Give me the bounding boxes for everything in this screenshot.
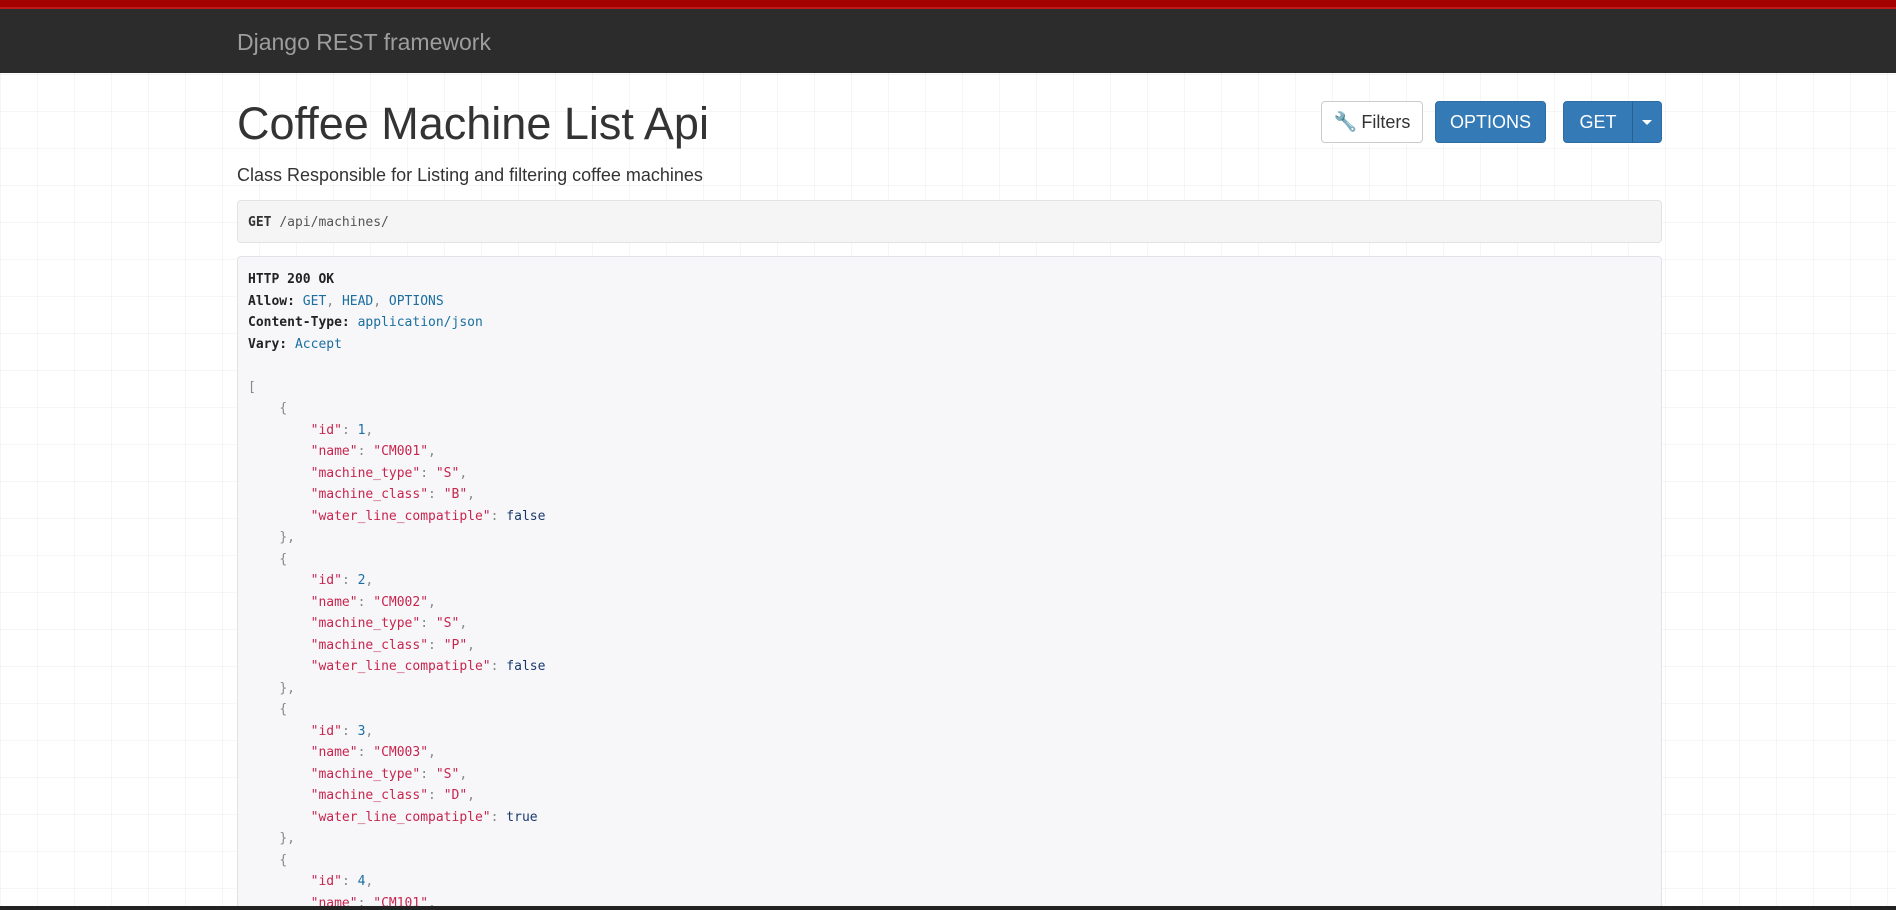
- json-value: "S": [435, 616, 460, 631]
- json-field-row: "name": "CM001",: [310, 444, 436, 459]
- json-key: "id": [310, 874, 342, 889]
- request-path: /api/machines/: [279, 215, 389, 230]
- json-value: "CM003": [373, 745, 429, 760]
- response-body: HTTP 200 OK Allow: GET, HEAD, OPTIONS Co…: [237, 256, 1662, 910]
- header-vary-value: Accept: [294, 336, 342, 352]
- json-value: "CM001": [373, 444, 429, 459]
- request-info: GET /api/machines/: [237, 200, 1662, 243]
- json-field-row: "machine_type": "S",: [310, 766, 468, 782]
- json-key: "machine_class": [310, 637, 429, 653]
- bottom-bar: [0, 906, 1896, 910]
- response-status: HTTP 200 OK: [248, 272, 335, 287]
- json-value: "B": [443, 487, 468, 502]
- page-description: Class Responsible for Listing and filter…: [237, 165, 703, 185]
- header-content-type-value: application/json: [357, 315, 483, 330]
- json-field-row: "id": 4,: [310, 874, 374, 889]
- json-array: { "id": 1, "name": "CM001", "machine_typ…: [248, 398, 1651, 910]
- filters-button-label: Filters: [1361, 111, 1411, 132]
- json-field-row: "machine_class": "P",: [310, 637, 475, 653]
- header-content-type-name: Content-Type:: [248, 315, 350, 330]
- json-key: "name": [310, 594, 358, 610]
- json-key: "machine_class": [310, 788, 429, 803]
- json-key: "water_line_compatiple": [310, 508, 491, 524]
- json-key: "id": [310, 573, 342, 588]
- json-key: "id": [310, 422, 342, 438]
- header-allow-name: Allow:: [248, 293, 295, 309]
- request-method: GET: [248, 215, 272, 230]
- json-field-row: "name": "CM003",: [310, 745, 436, 760]
- header-allow-value: GET: [302, 293, 327, 309]
- filters-button[interactable]: 🔧 Filters: [1321, 101, 1423, 143]
- json-key: "id": [310, 723, 342, 739]
- page-title: Coffee Machine List Api: [237, 98, 709, 149]
- json-key: "name": [310, 745, 358, 760]
- json-key: "water_line_compatiple": [310, 659, 491, 674]
- navbar-brand[interactable]: Django REST framework: [237, 29, 491, 56]
- json-field-row: "water_line_compatiple": true: [310, 809, 538, 825]
- json-field-row: "id": 1,: [310, 422, 374, 438]
- options-button[interactable]: OPTIONS: [1435, 101, 1546, 143]
- header-vary-name: Vary:: [248, 336, 288, 352]
- json-field-row: "id": 2,: [310, 573, 374, 588]
- json-value: "P": [443, 637, 468, 653]
- json-key: "machine_class": [310, 487, 429, 502]
- json-field-row: "water_line_compatiple": false: [310, 659, 546, 674]
- json-key: "machine_type": [310, 465, 421, 481]
- json-field-row: "machine_type": "S",: [310, 616, 468, 631]
- json-field-row: "name": "CM002",: [310, 594, 436, 610]
- json-key: "water_line_compatiple": [310, 809, 491, 825]
- json-value: false: [506, 659, 546, 674]
- json-value: false: [506, 508, 546, 524]
- get-button[interactable]: GET: [1563, 101, 1633, 143]
- json-field-row: "machine_class": "B",: [310, 487, 475, 502]
- header-allow-value: OPTIONS: [388, 293, 444, 309]
- json-key: "name": [310, 444, 358, 459]
- json-field-row: "machine_type": "S",: [310, 465, 468, 481]
- options-button-label: OPTIONS: [1449, 111, 1531, 132]
- header-allow-value: HEAD: [341, 293, 374, 309]
- json-field-row: "water_line_compatiple": false: [310, 508, 546, 524]
- get-button-label: GET: [1579, 111, 1617, 132]
- json-key: "machine_type": [310, 616, 421, 631]
- json-value: "S": [435, 465, 460, 481]
- json-field-row: "machine_class": "D",: [310, 788, 475, 803]
- wrench-icon: 🔧: [1333, 112, 1358, 133]
- navbar: Django REST framework: [0, 0, 1896, 73]
- get-dropdown-toggle[interactable]: [1632, 101, 1662, 143]
- caret-down-icon: [1642, 119, 1652, 125]
- json-value: "S": [435, 766, 460, 782]
- json-key: "machine_type": [310, 766, 421, 782]
- json-value: "CM002": [373, 594, 429, 610]
- json-value: "D": [443, 788, 468, 803]
- json-field-row: "id": 3,: [310, 723, 374, 739]
- json-value: true: [506, 809, 538, 825]
